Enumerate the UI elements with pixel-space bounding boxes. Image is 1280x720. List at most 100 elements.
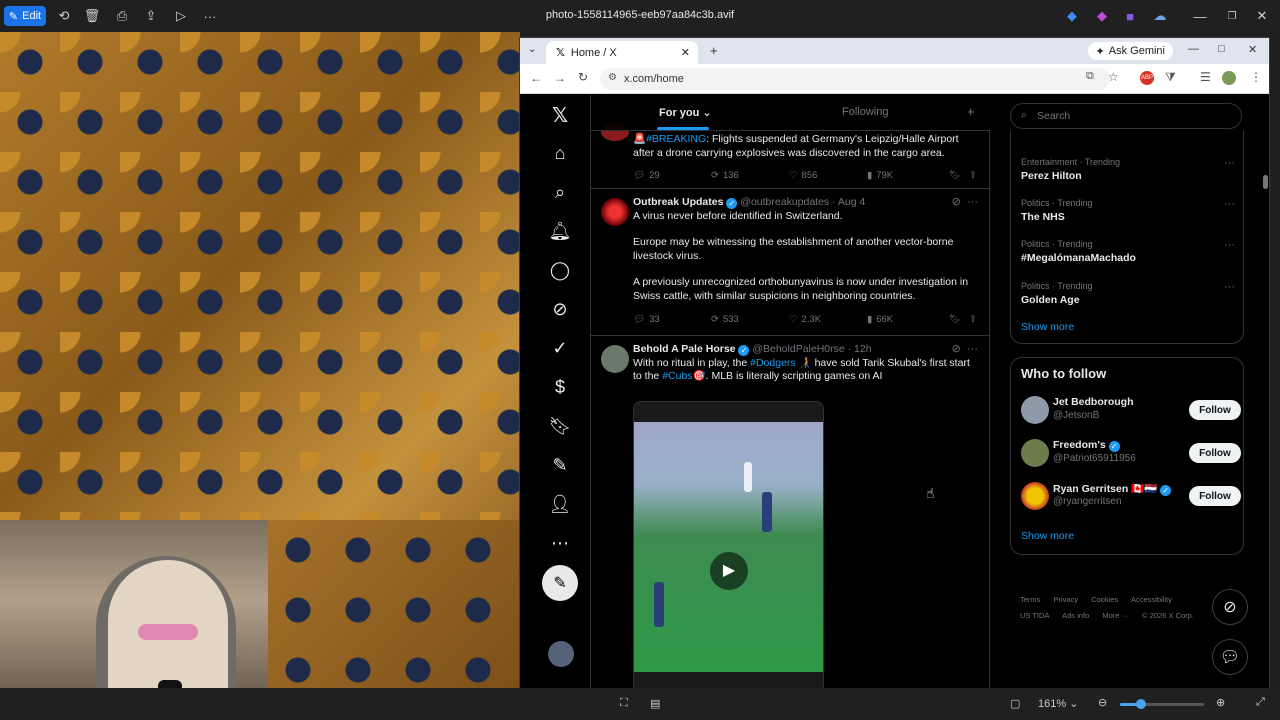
home-icon[interactable]: ⌂ (548, 141, 572, 165)
articles-icon[interactable]: ✎ (548, 453, 572, 477)
new-tab-icon[interactable]: + (710, 43, 718, 58)
follow-button[interactable]: Follow (1189, 400, 1241, 420)
zoom-in-icon[interactable]: ⊕ (1216, 696, 1225, 709)
hashtag-link[interactable]: #BREAKING (646, 133, 706, 145)
money-icon[interactable]: $ (548, 375, 572, 399)
trend-more-icon[interactable]: ··· (1224, 281, 1235, 293)
site-info-icon[interactable]: ⚙ (608, 72, 617, 83)
hashtag-dodgers-link[interactable]: #Dodgers (750, 357, 796, 369)
footer-cookies-link[interactable]: Cookies (1091, 595, 1118, 604)
who-to-follow-show-more-link[interactable]: Show more (1021, 530, 1074, 542)
page-scrollbar[interactable] (1263, 175, 1268, 189)
tweet-avatar[interactable] (601, 345, 629, 373)
tab-close-icon[interactable]: ✕ (681, 46, 690, 59)
account-avatar[interactable] (548, 641, 574, 667)
suggestion-avatar[interactable] (1021, 396, 1049, 424)
footer-terms-link[interactable]: Terms (1020, 595, 1040, 604)
app-icon-3[interactable]: ■ (1122, 6, 1138, 26)
x-logo-icon[interactable]: 𝕏 (548, 103, 572, 127)
notifications-bell-icon[interactable]: 🔔︎ (548, 219, 572, 243)
hashtag-cubs-link[interactable]: #Cubs (662, 370, 692, 382)
extensions-icon[interactable]: ⧩ (1165, 70, 1176, 85)
premium-check-icon[interactable]: ✓ (548, 336, 572, 360)
trend-item[interactable]: Politics · Trending Golden Age ··· (1021, 281, 1235, 306)
trend-more-icon[interactable]: ··· (1224, 157, 1235, 169)
browser-menu-icon[interactable]: ⋮ (1250, 70, 1262, 84)
minimize-icon[interactable]: — (1192, 6, 1208, 26)
tweet-more-icon[interactable]: ⊘ ··· (952, 343, 978, 357)
close-icon[interactable]: ✕ (1254, 6, 1270, 26)
follow-button[interactable]: Follow (1189, 486, 1241, 506)
views-button[interactable]: ▮ 66K (867, 313, 893, 327)
messages-icon[interactable]: ◯ (548, 258, 572, 282)
footer-more-link[interactable]: More ··· (1102, 611, 1129, 620)
install-icon[interactable]: ⧉ (1086, 70, 1094, 83)
add-feed-icon[interactable]: + (967, 104, 975, 119)
reload-icon[interactable]: ↻ (578, 70, 588, 84)
compose-post-button[interactable]: ✎ (542, 565, 578, 601)
trend-item[interactable]: Entertainment · Trending Perez Hilton ··… (1021, 157, 1235, 182)
adblock-extension-icon[interactable]: ABP (1140, 71, 1154, 85)
reply-button[interactable]: 💬︎ 29 (633, 169, 660, 183)
repost-button[interactable]: ⟳ 533 (711, 313, 739, 327)
suggestion-name[interactable]: Ryan Gerritsen 🇨🇦🇳🇱 ✓ (1053, 482, 1172, 496)
trend-item[interactable]: Politics · Trending #MegalómanaMachado ·… (1021, 239, 1235, 264)
author-name[interactable]: Behold A Pale Horse (633, 343, 736, 355)
app-icon-4[interactable]: ☁ (1152, 6, 1168, 26)
tab-search-icon[interactable]: ⌄ (528, 44, 536, 55)
follow-suggestion[interactable]: Ryan Gerritsen 🇨🇦🇳🇱 ✓ @ryangerritsen Fol… (1021, 482, 1241, 512)
follow-button[interactable]: Follow (1189, 443, 1241, 463)
footer-privacy-link[interactable]: Privacy (1054, 595, 1079, 604)
profile-avatar[interactable] (1222, 71, 1236, 85)
zoom-level[interactable]: 161% ⌄ (1038, 697, 1078, 710)
tweet-more-icon[interactable]: ⊘ ··· (952, 196, 978, 210)
footer-us-tida-link[interactable]: US TIDA (1020, 611, 1049, 620)
trend-more-icon[interactable]: ··· (1224, 239, 1235, 251)
restore-icon[interactable]: ❐ (1224, 6, 1240, 26)
zoom-slider-thumb[interactable] (1136, 699, 1146, 709)
browser-tab-home[interactable]: 𝕏 Home / X ✕ (546, 41, 698, 64)
suggestion-name[interactable]: Freedom's ✓ (1053, 439, 1120, 452)
tab-following[interactable]: Following (842, 106, 888, 118)
tab-for-you[interactable]: For you ⌄ (659, 106, 712, 119)
trend-item[interactable]: Politics · Trending The NHS ··· (1021, 198, 1235, 223)
footer-accessibility-link[interactable]: Accessibility (1131, 595, 1172, 604)
app-icon-1[interactable]: ◆ (1064, 6, 1080, 26)
more-circle-icon[interactable]: ⋯ (548, 531, 572, 555)
suggestion-name[interactable]: Jet Bedborough (1053, 396, 1134, 408)
ask-gemini-button[interactable]: ✦ Ask Gemini (1087, 42, 1173, 60)
share-button[interactable]: ⇧ (969, 313, 977, 327)
trends-show-more-link[interactable]: Show more (1021, 321, 1074, 333)
trend-more-icon[interactable]: ··· (1224, 198, 1235, 210)
actual-size-icon[interactable]: ▢ (1010, 697, 1020, 710)
tweet-video[interactable]: ▶ (633, 401, 824, 689)
window-close-icon[interactable]: ✕ (1248, 43, 1257, 56)
explore-search-icon[interactable]: ⌕ (548, 180, 572, 204)
follow-suggestion[interactable]: Jet Bedborough @JetsonB Follow (1021, 396, 1241, 426)
app-icon-2[interactable]: ◆ (1094, 6, 1110, 26)
bookmark-button[interactable]: 🔖︎ (949, 169, 961, 183)
fit-screen-icon[interactable]: ⛶ (620, 697, 628, 710)
tweet-outbreak-updates[interactable]: Outbreak Updates ✓ @outbreakupdates · Au… (591, 190, 990, 336)
author-handle[interactable]: @outbreakupdates · Aug 4 (740, 196, 865, 208)
author-name[interactable]: Outbreak Updates (633, 196, 723, 208)
search-input[interactable]: ⌕ Search (1010, 103, 1242, 129)
zoom-slider[interactable] (1120, 699, 1204, 709)
bookmark-star-icon[interactable]: ☆ (1108, 70, 1119, 84)
views-button[interactable]: ▮ 79K (867, 169, 893, 183)
author-handle[interactable]: @BeholdPaleH0rse · 12h (752, 343, 871, 355)
media-icon[interactable]: ☰ (1200, 70, 1211, 84)
suggestion-avatar[interactable] (1021, 482, 1049, 510)
repost-button[interactable]: ⟳ 136 (711, 169, 739, 183)
suggestion-avatar[interactable] (1021, 439, 1049, 467)
footer-ads-info-link[interactable]: Ads info (1062, 611, 1089, 620)
forward-icon[interactable]: → (554, 71, 566, 85)
play-button[interactable]: ▶ (710, 552, 748, 590)
fullscreen-icon[interactable]: ⤢ (1256, 696, 1265, 709)
bookmarks-icon[interactable]: 🔖︎ (548, 414, 572, 438)
back-icon[interactable]: ← (530, 71, 542, 85)
share-button[interactable]: ⇧ (969, 169, 977, 183)
messages-fab-button[interactable]: 💬︎ (1212, 639, 1248, 675)
tweet-breaking[interactable]: 🚨#BREAKING: Flights suspended at Germany… (591, 123, 990, 189)
filmstrip-icon[interactable]: ▤ (650, 697, 660, 710)
